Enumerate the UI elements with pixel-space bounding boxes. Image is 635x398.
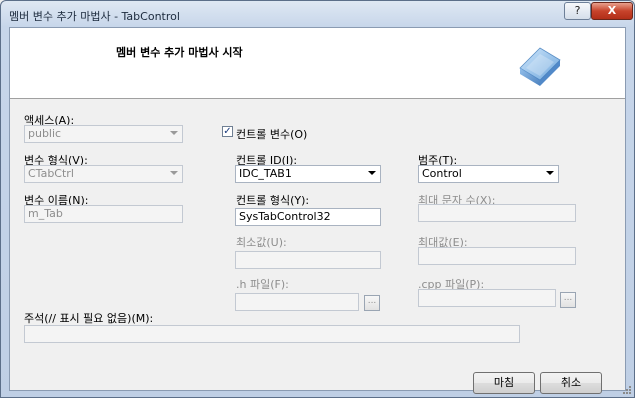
h-file-label: .h 파일(F):	[236, 278, 289, 291]
chevron-down-icon	[170, 171, 178, 175]
window-title: 멤버 변수 추가 마법사 - TabControl	[9, 10, 180, 23]
max-value-input[interactable]	[418, 247, 576, 265]
dialog-window: 멤버 변수 추가 마법사 - TabControl ? X 멤버 변수 추가 마…	[0, 0, 635, 398]
access-dropdown[interactable]: public	[24, 125, 183, 143]
comment-input[interactable]	[24, 325, 520, 343]
header-title: 멤버 변수 추가 마법사 시작	[116, 46, 243, 59]
cpp-file-input[interactable]	[418, 289, 556, 307]
h-file-browse-button[interactable]: ...	[364, 295, 380, 311]
control-type-input[interactable]: SysTabControl32	[235, 208, 381, 226]
variable-type-dropdown[interactable]: CTabCtrl	[24, 165, 183, 183]
min-value-input[interactable]	[235, 251, 381, 269]
help-button[interactable]: ?	[564, 2, 591, 20]
variable-type-value: CTabCtrl	[28, 167, 74, 180]
control-type-label: 컨트롤 형식(Y):	[236, 194, 310, 207]
control-variable-label: 컨트롤 변수(O)	[236, 128, 308, 141]
max-chars-input[interactable]	[418, 204, 576, 222]
close-button[interactable]: X	[591, 2, 633, 20]
control-id-value: IDC_TAB1	[239, 167, 292, 180]
comment-label: 주석(// 표시 필요 없음)(M):	[24, 312, 154, 325]
h-file-input[interactable]	[235, 293, 359, 311]
wizard-header: 멤버 변수 추가 마법사 시작	[10, 28, 625, 99]
chevron-down-icon	[546, 171, 554, 175]
access-value: public	[28, 127, 62, 140]
finish-button[interactable]: 마침	[473, 372, 535, 394]
variable-name-input[interactable]: m_Tab	[24, 205, 183, 223]
category-dropdown[interactable]: Control	[418, 165, 559, 183]
resize-grip-icon[interactable]	[622, 385, 632, 395]
control-id-dropdown[interactable]: IDC_TAB1	[235, 165, 381, 183]
title-bar[interactable]: 멤버 변수 추가 마법사 - TabControl ? X	[1, 1, 634, 27]
min-value-label: 최소값(U):	[236, 236, 287, 249]
chevron-down-icon	[170, 131, 178, 135]
category-value: Control	[422, 167, 462, 180]
control-variable-checkbox[interactable]: ✓	[222, 126, 233, 137]
dialog-client-area: 멤버 변수 추가 마법사 시작 액세스(A): public ✓ 컨트롤 변수(…	[9, 27, 626, 394]
chevron-down-icon	[368, 171, 376, 175]
cpp-file-browse-button[interactable]: ...	[560, 292, 576, 308]
cancel-button[interactable]: 취소	[540, 372, 602, 394]
wizard-cube-icon	[519, 47, 561, 86]
